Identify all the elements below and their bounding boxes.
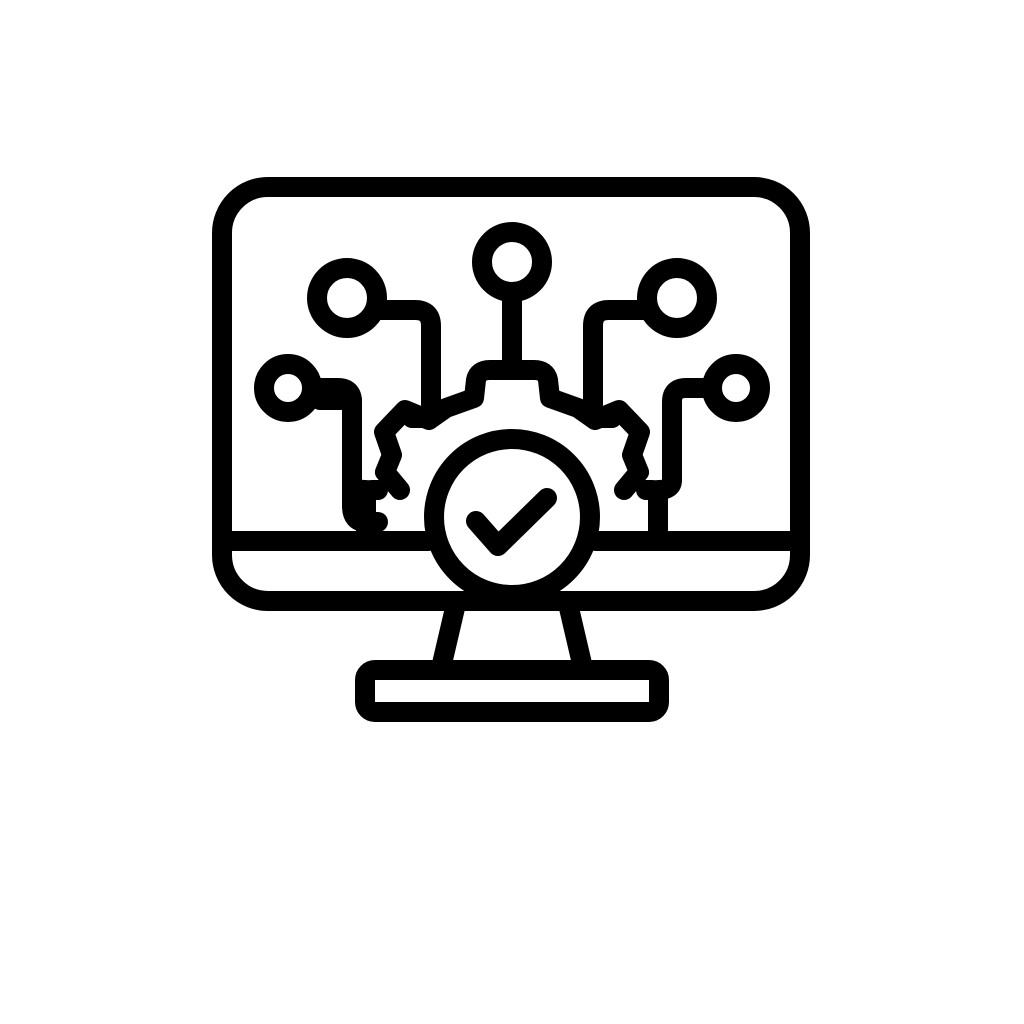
circuit-node-left-lower-icon	[254, 354, 322, 422]
circuit-node-top-icon	[472, 222, 552, 302]
circuit-node-left-upper-icon	[307, 258, 387, 338]
circuit-node-right-lower-icon	[702, 354, 770, 422]
monitor-gear-check-icon	[212, 177, 810, 722]
circuit-node-right-upper-icon	[637, 258, 717, 338]
monitor-neck-right	[559, 598, 593, 678]
monitor-neck-left	[431, 598, 465, 678]
check-circle	[424, 429, 600, 605]
circuit-line-right-outer-upper	[648, 378, 716, 500]
icon-strokes	[212, 177, 810, 722]
monitor-stand-base	[355, 660, 669, 722]
icon-canvas	[0, 0, 1024, 1024]
